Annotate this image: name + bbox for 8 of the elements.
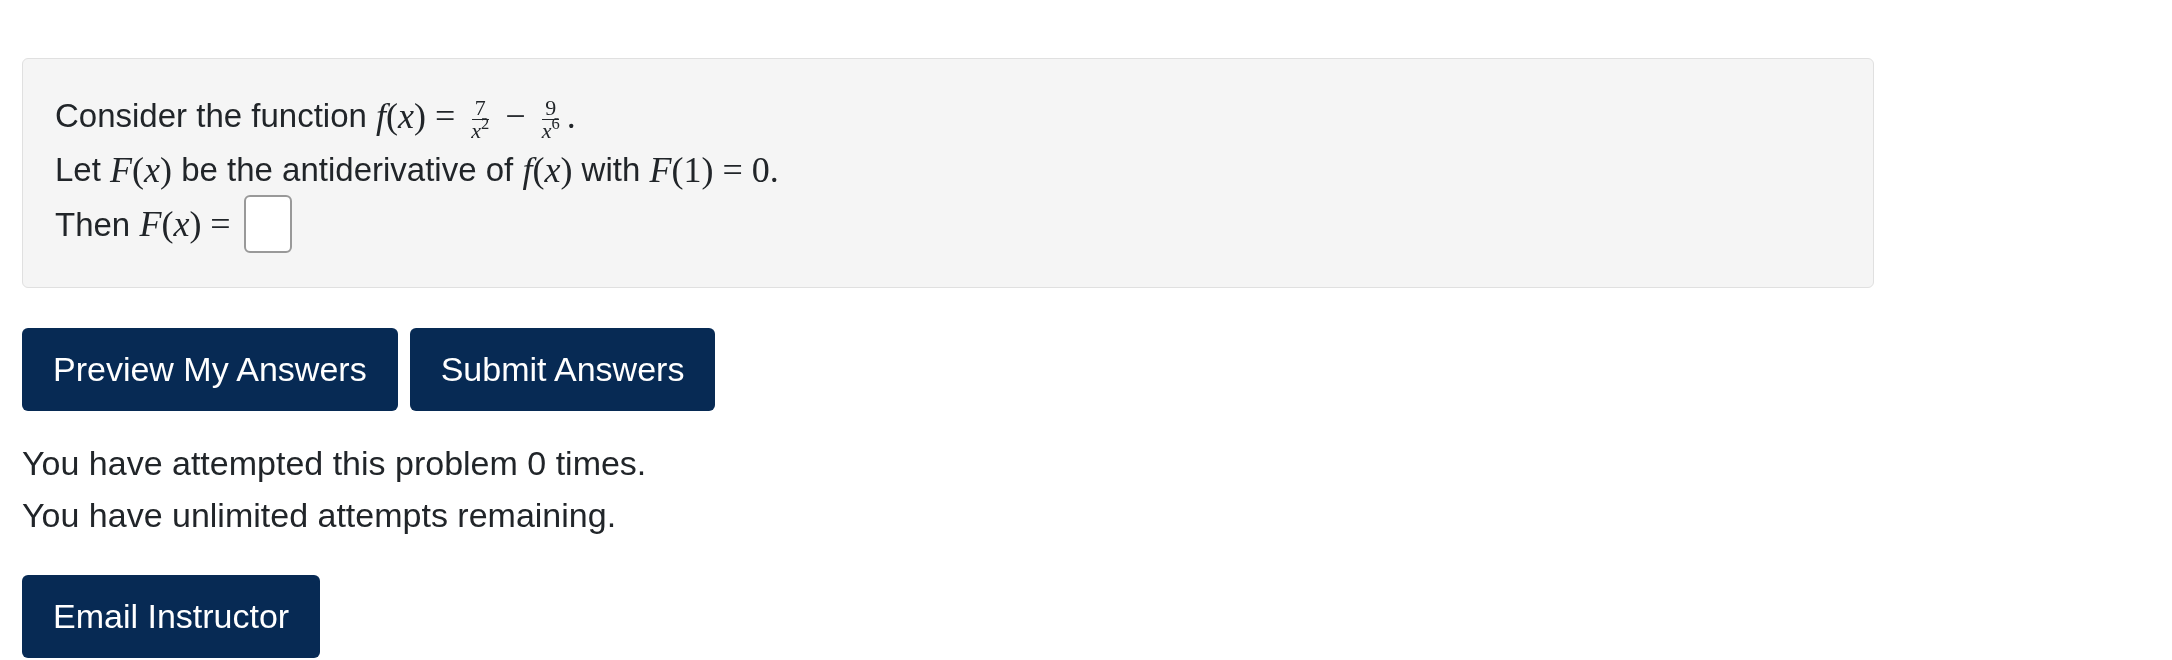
problem-text: Then F(x) = (55, 202, 232, 246)
email-instructor-button[interactable]: Email Instructor (22, 575, 321, 658)
submit-button[interactable]: Submit Answers (409, 328, 716, 411)
answer-field[interactable] (243, 195, 292, 253)
attempts-text: You have attempted this problem 0 times. (22, 443, 647, 484)
problem-text: Let F(x) be the antiderivative of f(x) with F(1) = 0. (55, 149, 780, 192)
preview-button[interactable]: Preview My Answers (22, 328, 398, 411)
attempts-text: You have unlimited attempts remaining. (22, 495, 617, 536)
